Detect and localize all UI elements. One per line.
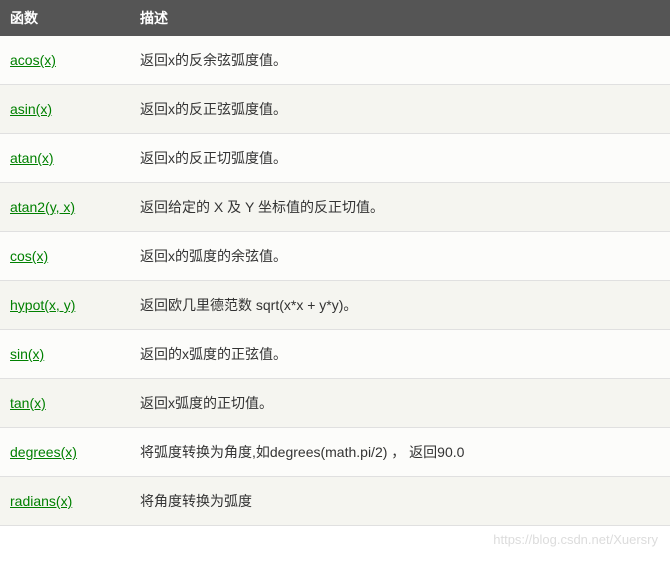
- func-link-tan[interactable]: tan(x): [10, 395, 46, 411]
- func-desc: 将弧度转换为角度,如degrees(math.pi/2) ， 返回90.0: [130, 428, 670, 477]
- func-link-atan[interactable]: atan(x): [10, 150, 54, 166]
- table-row: atan(x) 返回x的反正切弧度值。: [0, 134, 670, 183]
- table-row: atan2(y, x) 返回给定的 X 及 Y 坐标值的反正切值。: [0, 183, 670, 232]
- table-row: asin(x) 返回x的反正弦弧度值。: [0, 85, 670, 134]
- table-row: cos(x) 返回x的弧度的余弦值。: [0, 232, 670, 281]
- func-desc: 返回x的反余弦弧度值。: [130, 36, 670, 85]
- func-link-degrees[interactable]: degrees(x): [10, 444, 77, 460]
- func-link-atan2[interactable]: atan2(y, x): [10, 199, 75, 215]
- func-desc: 返回x弧度的正切值。: [130, 379, 670, 428]
- table-row: degrees(x) 将弧度转换为角度,如degrees(math.pi/2) …: [0, 428, 670, 477]
- header-description: 描述: [130, 0, 670, 36]
- header-function: 函数: [0, 0, 130, 36]
- func-link-cos[interactable]: cos(x): [10, 248, 48, 264]
- func-desc: 返回欧几里德范数 sqrt(x*x + y*y)。: [130, 281, 670, 330]
- func-link-acos[interactable]: acos(x): [10, 52, 56, 68]
- watermark-text: https://blog.csdn.net/Xuersry: [0, 526, 670, 549]
- table-row: radians(x) 将角度转换为弧度: [0, 477, 670, 526]
- func-desc: 返回给定的 X 及 Y 坐标值的反正切值。: [130, 183, 670, 232]
- table-header-row: 函数 描述: [0, 0, 670, 36]
- func-link-hypot[interactable]: hypot(x, y): [10, 297, 75, 313]
- table-row: hypot(x, y) 返回欧几里德范数 sqrt(x*x + y*y)。: [0, 281, 670, 330]
- table-row: acos(x) 返回x的反余弦弧度值。: [0, 36, 670, 85]
- functions-table: 函数 描述 acos(x) 返回x的反余弦弧度值。 asin(x) 返回x的反正…: [0, 0, 670, 526]
- table-row: tan(x) 返回x弧度的正切值。: [0, 379, 670, 428]
- table-row: sin(x) 返回的x弧度的正弦值。: [0, 330, 670, 379]
- func-link-radians[interactable]: radians(x): [10, 493, 72, 509]
- func-desc: 返回x的反正弦弧度值。: [130, 85, 670, 134]
- func-desc: 返回x的反正切弧度值。: [130, 134, 670, 183]
- func-link-asin[interactable]: asin(x): [10, 101, 52, 117]
- func-desc: 将角度转换为弧度: [130, 477, 670, 526]
- func-desc: 返回x的弧度的余弦值。: [130, 232, 670, 281]
- func-desc: 返回的x弧度的正弦值。: [130, 330, 670, 379]
- func-link-sin[interactable]: sin(x): [10, 346, 44, 362]
